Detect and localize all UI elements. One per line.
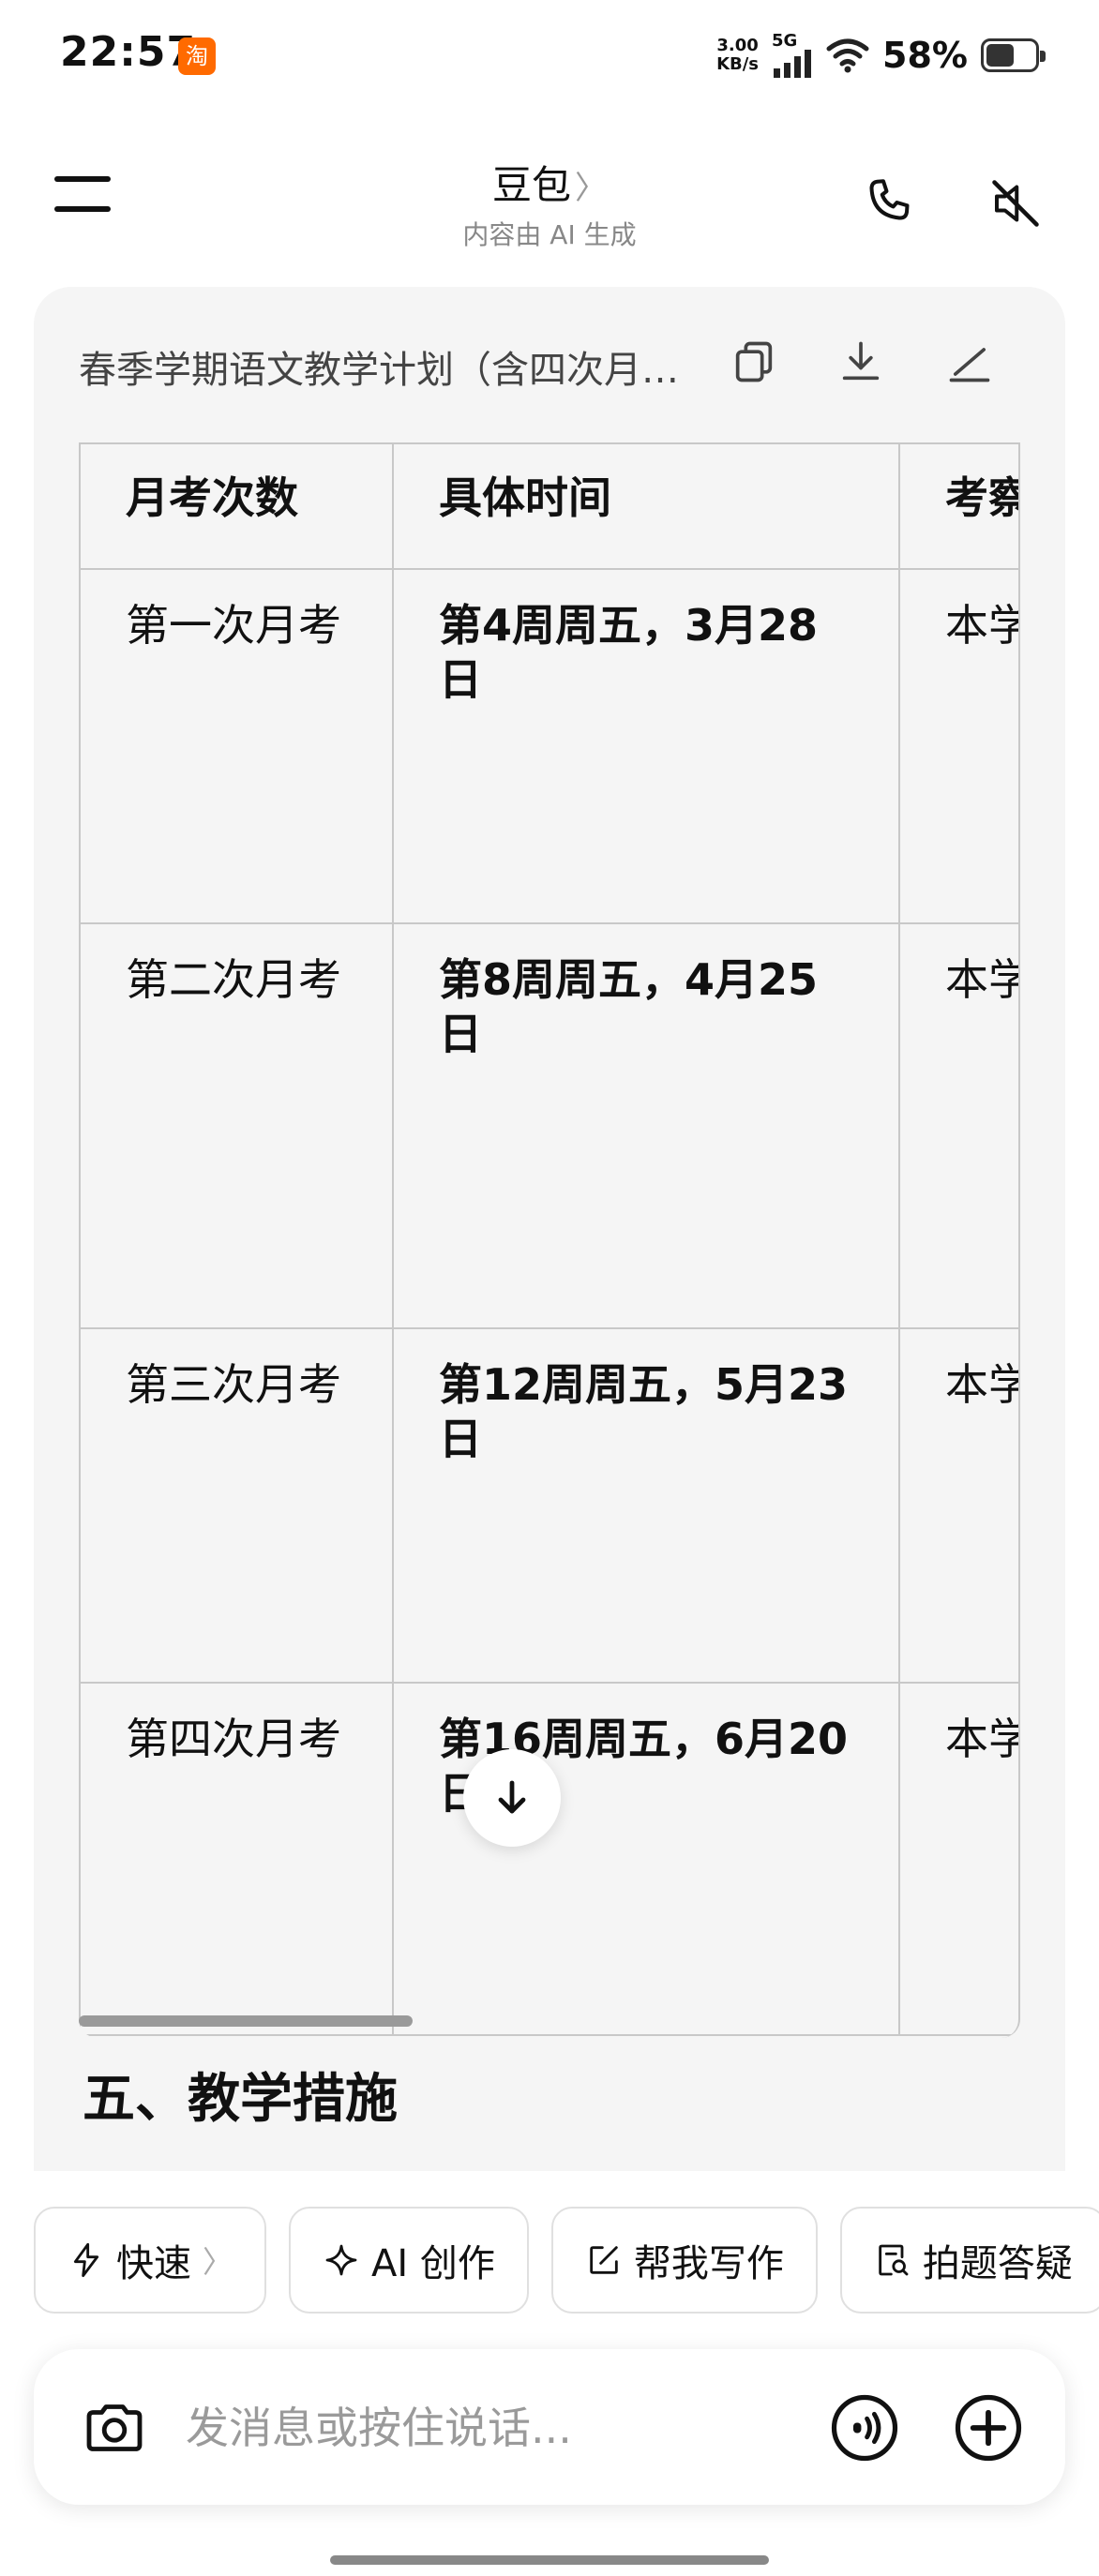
document-card: 春季学期语文教学计划（含四次月考安排） <box>34 287 1065 2171</box>
arrow-down-icon <box>498 1780 526 1814</box>
net-speed-value: 3.00 <box>716 36 759 55</box>
status-bar: 22:57 淘 3.00 KB/s 5G 58% <box>0 0 1099 112</box>
cell-exam-number: 第一次月考 <box>79 568 394 924</box>
header-cell-scope: 考察 <box>898 442 1018 570</box>
cell-scope: 本学（含 <box>898 1682 1018 2036</box>
taobao-app-icon: 淘 <box>178 37 216 75</box>
scan-question-icon <box>879 2244 909 2276</box>
cell-exam-number: 第三次月考 <box>79 1327 394 1684</box>
home-indicator[interactable] <box>330 2555 769 2565</box>
header-cell-date: 具体时间 <box>392 442 900 570</box>
document-title[interactable]: 春季学期语文教学计划（含四次月考安排） <box>79 339 679 394</box>
chat-title-area[interactable]: 豆包〉 内容由 AI 生成 <box>0 154 1099 252</box>
battery-percent: 58% <box>882 35 968 76</box>
table-row: 第三次月考 第12周周五，5月23日 本学（不 <box>79 1327 1018 1684</box>
status-time: 22:57 <box>60 28 197 76</box>
chip-label: 帮我写作 <box>633 2242 784 2285</box>
bolt-icon <box>73 2242 99 2278</box>
quick-action-chips: 快速 〉 AI 创作 帮我写作 拍题答疑 <box>34 2207 1099 2314</box>
chip-help-write[interactable]: 帮我写作 <box>550 2207 818 2314</box>
cell-date: 第4周周五，3月28日 <box>392 568 900 924</box>
title-chevron-icon: 〉 <box>575 170 607 207</box>
document-header: 春季学期语文教学计划（含四次月考安排） <box>34 287 1065 446</box>
horizontal-scrollbar[interactable] <box>79 2015 413 2027</box>
message-input-bar <box>34 2349 1065 2505</box>
message-input[interactable] <box>184 2396 750 2460</box>
cell-scope: 本学（不 <box>898 1327 1018 1684</box>
chevron-right-icon: 〉 <box>203 2244 233 2280</box>
table-header-row: 月考次数 具体时间 考察 <box>79 442 1018 570</box>
chip-ai-create[interactable]: AI 创作 <box>289 2207 529 2314</box>
chip-fast[interactable]: 快速 〉 <box>34 2207 267 2314</box>
battery-icon <box>981 38 1046 72</box>
camera-icon[interactable] <box>77 2390 152 2465</box>
table-row: 第一次月考 第4周周五，3月28日 本学部内 <box>79 568 1018 924</box>
net-speed-unit: KB/s <box>716 54 760 74</box>
download-icon[interactable] <box>833 334 889 390</box>
cell-date: 第12周周五，5月23日 <box>392 1327 900 1684</box>
copy-icon[interactable] <box>726 334 782 390</box>
network-type-label: 5G <box>772 31 798 51</box>
voice-call-icon[interactable] <box>827 2390 902 2465</box>
phone-icon[interactable] <box>857 169 923 234</box>
battery-level-fill <box>986 44 1014 67</box>
write-icon <box>590 2246 618 2274</box>
edit-icon[interactable] <box>941 334 998 390</box>
chip-label: 拍题答疑 <box>922 2242 1073 2285</box>
chip-photo-question[interactable]: 拍题答疑 <box>839 2207 1099 2314</box>
section-heading: 五、教学措施 <box>83 2069 398 2130</box>
chip-label: AI 创作 <box>371 2242 495 2285</box>
add-icon[interactable] <box>951 2390 1026 2465</box>
cell-exam-number: 第四次月考 <box>79 1682 394 2036</box>
chat-title[interactable]: 豆包 <box>492 162 571 208</box>
header-cell-exam-number: 月考次数 <box>79 442 394 570</box>
ai-generated-notice: 内容由 AI 生成 <box>462 219 637 250</box>
sparkle-icon <box>325 2244 357 2276</box>
net-speed: 3.00 KB/s <box>716 37 759 74</box>
signal-5g-icon: 5G <box>772 33 813 78</box>
cell-scope: 本学容 <box>898 922 1018 1329</box>
cell-date: 第16周周五，6月20日 <box>392 1682 900 2036</box>
chat-header: 豆包〉 内容由 AI 生成 <box>0 141 1099 253</box>
cell-exam-number: 第二次月考 <box>79 922 394 1329</box>
wifi-icon <box>826 38 869 73</box>
chip-label: 快速 <box>116 2242 191 2285</box>
cell-scope: 本学部内 <box>898 568 1018 924</box>
table-row: 第二次月考 第8周周五，4月25日 本学容 <box>79 922 1018 1329</box>
cell-date: 第8周周五，4月25日 <box>392 922 900 1329</box>
table-row: 第四次月考 第16周周五，6月20日 本学（含 <box>79 1682 1018 2036</box>
speaker-mute-icon[interactable] <box>983 171 1048 236</box>
status-indicators: 3.00 KB/s 5G 58% <box>716 32 1046 79</box>
scroll-to-bottom-button[interactable] <box>463 1749 561 1847</box>
